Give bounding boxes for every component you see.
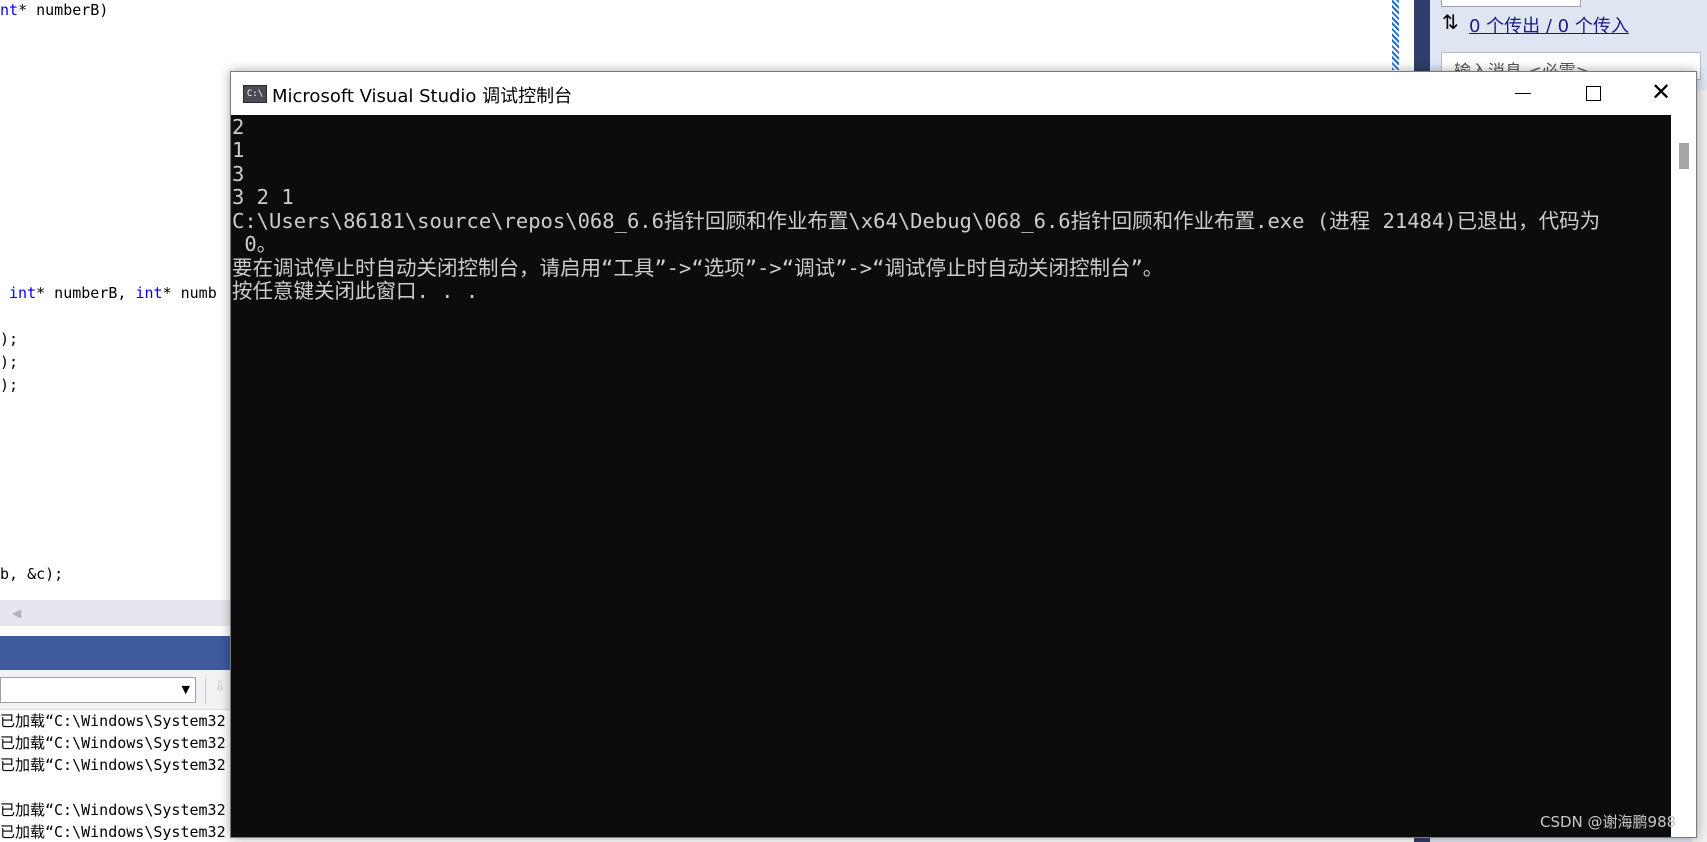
editor-horizontal-scrollbar[interactable]: ◀	[0, 600, 231, 626]
maximize-icon	[1586, 86, 1601, 101]
output-line: 已加载“C:\Windows\System32	[0, 823, 226, 841]
console-scrollbar[interactable]	[1671, 115, 1696, 837]
code-line: nt* numberB)	[0, 1, 108, 19]
console-line: 0。	[232, 232, 278, 256]
console-line: 2	[232, 115, 245, 139]
code-text: * numb	[162, 284, 217, 302]
toolbar-icon[interactable]: ⇩	[214, 679, 228, 701]
branch-box[interactable]	[1441, 0, 1581, 7]
code-keyword: int	[9, 284, 37, 302]
console-line: 3	[232, 162, 245, 186]
minimize-icon	[1515, 93, 1531, 94]
code-line: );	[0, 330, 19, 348]
maximize-button[interactable]	[1558, 72, 1628, 115]
output-line: 已加载“C:\Windows\System32	[0, 712, 226, 730]
console-line: 要在调试停止时自动关闭控制台，请启用“工具”->“选项”->“调试”->“调试停…	[232, 256, 1164, 280]
output-line: 已加载“C:\Windows\System32	[0, 756, 226, 774]
console-app-icon: C:\	[243, 85, 267, 103]
code-keyword: nt	[0, 1, 19, 19]
code-text: * numberB)	[18, 1, 109, 19]
title-bar[interactable]: C:\ Microsoft Visual Studio 调试控制台 ✕	[231, 72, 1696, 115]
sync-arrows-icon: ⇅	[1442, 10, 1459, 34]
output-line: 已加载“C:\Windows\System32	[0, 734, 226, 752]
editor-scroll-marker[interactable]	[1392, 0, 1399, 70]
code-line: b, &c);	[0, 565, 64, 583]
toolbar-divider	[205, 678, 206, 704]
code-line: );	[0, 353, 19, 371]
console-line: 按任意键关闭此窗口. . .	[232, 279, 479, 303]
minimize-button[interactable]	[1488, 72, 1558, 115]
output-line: 已加载“C:\Windows\System32	[0, 801, 226, 819]
close-icon: ✕	[1651, 78, 1672, 106]
console-line: 3 2 1	[232, 185, 294, 209]
scrollbar-thumb[interactable]	[1679, 143, 1689, 169]
debug-console-window[interactable]: C:\ Microsoft Visual Studio 调试控制台 ✕ 2 1 …	[230, 71, 1697, 838]
console-line: C:\Users\86181\source\repos\068_6.6指针回顾和…	[232, 209, 1601, 233]
console-line: 1	[232, 138, 245, 162]
code-line: );	[0, 376, 19, 394]
chevron-down-icon[interactable]: ▼	[182, 683, 190, 696]
scroll-left-icon[interactable]: ◀	[12, 606, 21, 620]
close-button[interactable]: ✕	[1628, 72, 1698, 115]
console-output[interactable]: 2 1 3 3 2 1 C:\Users\86181\source\repos\…	[231, 115, 1671, 837]
code-line: int* numberB, int* numb	[0, 284, 217, 302]
window-title: Microsoft Visual Studio 调试控制台	[272, 86, 573, 107]
output-pane-header	[0, 636, 231, 670]
code-text: * numberB,	[36, 284, 136, 302]
watermark: CSDN @谢海鹏988	[1540, 813, 1677, 831]
output-source-dropdown[interactable]: ▼	[0, 677, 196, 703]
output-toolbar: ▼ ⇩	[0, 670, 231, 710]
output-pane-text: 已加载“C:\Windows\System32 已加载“C:\Windows\S…	[0, 710, 231, 842]
code-keyword: int	[135, 284, 163, 302]
outgoing-incoming-link[interactable]: 0 个传出 / 0 个传入	[1469, 12, 1629, 38]
